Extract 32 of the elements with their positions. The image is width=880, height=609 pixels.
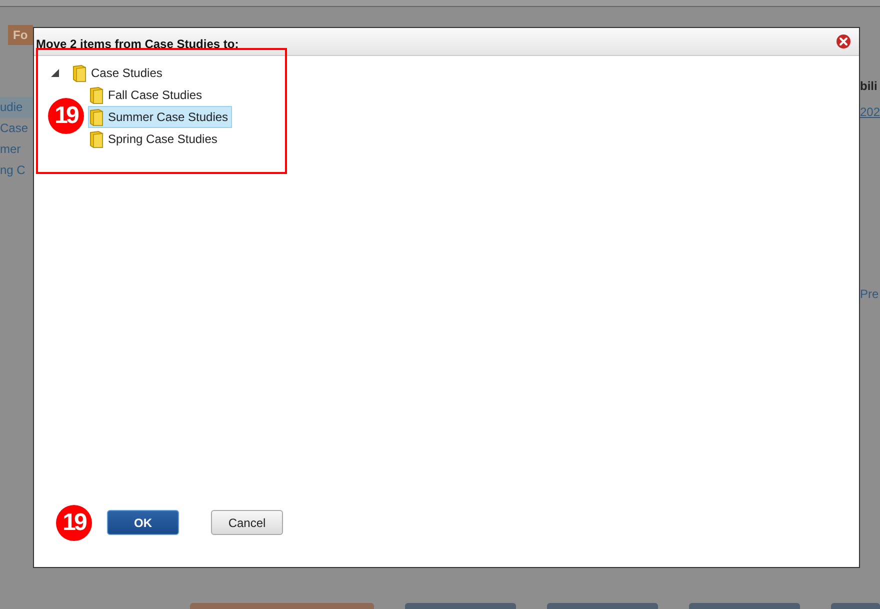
column-header: bili — [860, 78, 878, 95]
tree-item-label: Fall Case Studies — [108, 88, 202, 102]
tree-item[interactable]: Summer Case Studies — [88, 106, 232, 128]
folder-link[interactable]: mer — [0, 139, 33, 160]
collapse-icon[interactable] — [51, 69, 59, 77]
tree-item[interactable]: Case Studies — [71, 62, 166, 84]
step-badge: 19 — [48, 98, 84, 134]
tree-item-label: Spring Case Studies — [108, 132, 218, 146]
folder-icon — [90, 86, 103, 104]
page-button[interactable] — [830, 603, 880, 609]
folder-icon — [90, 108, 103, 126]
close-icon[interactable] — [836, 34, 851, 49]
ok-button[interactable]: OK — [107, 510, 179, 535]
page-button[interactable] — [190, 603, 374, 609]
panel-tab[interactable]: Fo — [8, 25, 33, 45]
folder-link[interactable]: udie — [0, 97, 33, 118]
page-button[interactable] — [689, 603, 800, 609]
link[interactable]: 202 — [860, 103, 880, 121]
step-badge: 19 — [56, 505, 92, 541]
page-button[interactable] — [546, 603, 658, 609]
tree-item[interactable]: Spring Case Studies — [88, 128, 222, 150]
dialog-title: Move 2 items from Case Studies to: — [36, 36, 239, 50]
link[interactable]: Pre — [860, 285, 880, 303]
cancel-button[interactable]: Cancel — [211, 510, 283, 535]
folder-link[interactable]: ng C — [0, 160, 33, 181]
tree-item-label: Case Studies — [91, 66, 162, 80]
folder-icon — [90, 130, 103, 148]
tree-item[interactable]: Fall Case Studies — [88, 84, 206, 106]
folder-icon — [73, 64, 86, 82]
folder-link[interactable]: Case — [0, 118, 33, 139]
page-button[interactable] — [405, 603, 516, 609]
tree-item-label: Summer Case Studies — [108, 110, 228, 124]
